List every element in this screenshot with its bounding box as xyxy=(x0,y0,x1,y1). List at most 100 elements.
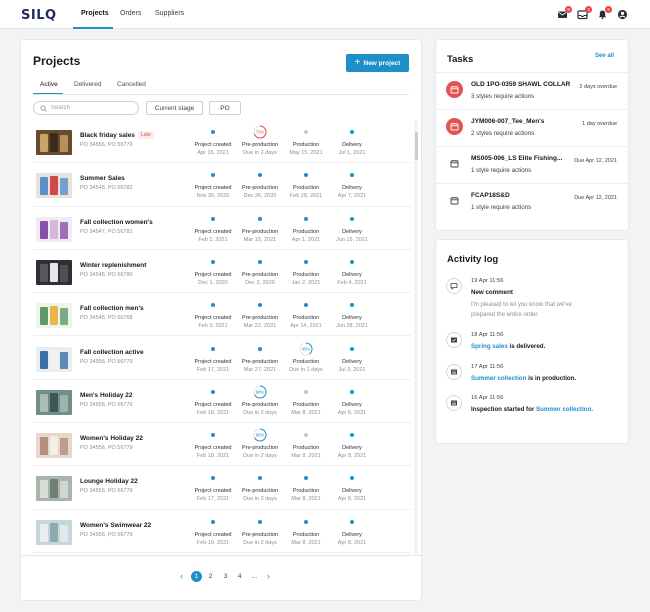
project-row[interactable]: Women's Swimwear 22 PO 34556, PO 56779 Pro… xyxy=(33,510,411,553)
page-2[interactable]: 2 xyxy=(205,571,216,582)
task-item[interactable]: MS005-006_LS Elite Fishing... 1 style req… xyxy=(436,146,628,181)
page-4[interactable]: 4 xyxy=(234,571,245,582)
page-3[interactable]: 3 xyxy=(220,571,231,582)
project-row[interactable]: Winter replenishment PO 34546, PO 56780 Pr… xyxy=(33,250,411,294)
new-project-button[interactable]: + New project xyxy=(346,54,409,72)
inbox-icon[interactable]: 3 xyxy=(577,6,592,20)
stage-project-created: Project created Feb 17, 2021 xyxy=(188,337,238,380)
project-name[interactable]: Women's Swimwear 22 xyxy=(80,522,151,529)
nav-suppliers[interactable]: Suppliers xyxy=(155,10,184,17)
stage-dot xyxy=(211,346,215,351)
stage-date: Mar 15, 2021 xyxy=(243,236,277,243)
project-row[interactable]: Fall collection men's PO 34545, PO 56768 P… xyxy=(33,293,411,337)
stage-date: Nov 30, 2020 xyxy=(196,193,230,200)
stage-label: Pre-production xyxy=(241,142,279,148)
stage-pre-production: Pre-production Due in 2 days xyxy=(235,466,285,509)
inbox-badge: 3 xyxy=(585,6,592,13)
search-input[interactable] xyxy=(51,105,131,111)
messages-badge: 9 xyxy=(565,6,572,13)
stage-label: Pre-production xyxy=(241,228,279,235)
stage-date: Jul 1, 2021 xyxy=(338,150,366,156)
project-row[interactable]: Women's Holiday 22 PO 34556, PO 56779 Proj… xyxy=(33,423,411,467)
project-name[interactable]: Fall collection active xyxy=(80,349,144,356)
project-row[interactable]: Summer Sales PO 34548, PO 56782 Project cr… xyxy=(33,163,411,207)
stage-delivery: Delivery Apr 8, 2021 xyxy=(327,466,377,509)
next-page-icon[interactable]: › xyxy=(263,571,274,582)
search-box[interactable] xyxy=(33,101,139,115)
task-name: JYM006-007_Tee_Men's xyxy=(471,118,545,125)
tab-delivered[interactable]: Delivered xyxy=(74,81,101,88)
project-name[interactable]: Winter replenishment xyxy=(80,262,146,269)
project-thumbnail xyxy=(36,346,72,372)
projects-panel: Projects + New project Active Delivered … xyxy=(21,40,421,600)
activity-text: Summer collection is in production. xyxy=(471,375,576,382)
stage-date: Jun 15, 2021 xyxy=(336,236,368,243)
messages-icon[interactable]: 9 xyxy=(557,6,572,20)
project-name[interactable]: Lounge Holiday 22 xyxy=(80,478,138,485)
page-1[interactable]: 1 xyxy=(191,571,202,582)
project-name[interactable]: Black friday sales xyxy=(80,132,135,139)
inspection-icon xyxy=(446,395,462,411)
project-row[interactable]: Lounge Holiday 22 PO 34556, PO 56779 Proje… xyxy=(33,466,411,510)
stage-pre-production: Pre-production Mar 27, 2021 xyxy=(235,337,285,380)
stage-production: Production May 15, 2021 xyxy=(281,120,331,163)
project-name[interactable]: Men's Holiday 22 xyxy=(80,392,132,399)
stage-dot xyxy=(304,519,308,524)
activity-link[interactable]: Summer collection. xyxy=(536,406,593,413)
see-all-link[interactable]: See all xyxy=(595,53,614,59)
tab-active[interactable]: Active xyxy=(40,81,58,88)
task-description: 1 style require actions xyxy=(471,204,532,211)
production-icon xyxy=(446,364,462,380)
stage-production: Production Feb 28, 2021 xyxy=(281,163,331,206)
stage-pre-production: Pre-production Due in 2 days xyxy=(235,510,285,553)
project-row[interactable]: Fall collection women's PO 34547, PO 5678… xyxy=(33,207,411,250)
activity-suffix: is in production. xyxy=(526,375,577,382)
nav-orders[interactable]: Orders xyxy=(120,10,141,17)
stage-pre-production: Pre-production Dec 3, 2020 xyxy=(235,250,285,293)
tab-cancelled[interactable]: Cancelled xyxy=(117,81,146,88)
task-due: 2 days overdue xyxy=(579,84,617,90)
stage-project-created: Project created Feb 18, 2021 xyxy=(188,423,238,466)
stage-label: Delivery xyxy=(342,488,362,495)
stage-dot xyxy=(304,216,308,221)
stage-label: Production xyxy=(292,488,320,495)
logo[interactable]: SILQ xyxy=(21,8,57,23)
scrollbar-thumb[interactable] xyxy=(415,132,418,160)
current-stage-filter[interactable]: Current stage xyxy=(146,101,203,115)
stage-project-created: Project created Feb 3, 2021 xyxy=(188,293,238,336)
new-project-label: New project xyxy=(363,59,401,67)
activity-link[interactable]: Summer collection xyxy=(471,375,526,382)
stage-dot xyxy=(211,259,215,264)
stage-dot xyxy=(304,130,308,134)
stage-dot xyxy=(258,476,262,481)
stage-date: Mar 8, 2021 xyxy=(291,453,321,460)
project-name[interactable]: Summer Sales xyxy=(80,175,125,182)
project-name[interactable]: Fall collection women's xyxy=(80,219,153,226)
task-item[interactable]: OLD 1PO-0359 SHAWL COLLAR 3 styles requir… xyxy=(436,72,628,107)
stage-label: Project created xyxy=(194,531,232,538)
project-name[interactable]: Women's Holiday 22 xyxy=(80,435,143,442)
po-filter[interactable]: PO xyxy=(209,101,241,115)
prev-page-icon[interactable]: ‹ xyxy=(176,571,187,582)
stage-date: Feb 3, 2021 xyxy=(198,323,228,330)
project-name[interactable]: Fall collection men's xyxy=(80,305,144,312)
account-icon[interactable] xyxy=(617,9,628,20)
stage-project-created: Project created Feb 18, 2021 xyxy=(188,380,238,423)
project-row[interactable]: Fall collection active PO 34556, PO 56779… xyxy=(33,337,411,380)
project-thumbnail xyxy=(36,433,72,459)
activity-link[interactable]: Spring sales xyxy=(471,343,508,350)
bell-icon[interactable]: 2 xyxy=(597,6,612,20)
project-row[interactable]: Men's Holiday 22 PO 34556, PO 56779 Projec… xyxy=(33,380,411,424)
nav-projects[interactable]: Projects xyxy=(81,10,109,17)
scrollbar-track[interactable] xyxy=(414,120,418,554)
stage-label: Project created xyxy=(194,228,232,235)
project-row[interactable]: Black friday sales PO 34556, PO 56779 Late… xyxy=(33,120,411,164)
stage-production: Production Mar 8, 2021 xyxy=(281,423,331,466)
task-item[interactable]: JYM006-007_Tee_Men's 2 styles require act… xyxy=(436,109,628,144)
task-item[interactable]: FCAP18S&D 1 style require actions Due Apr … xyxy=(436,183,628,218)
project-po: PO 34547, PO 56781 xyxy=(80,228,133,235)
stage-project-created: Project created Nov 30, 2020 xyxy=(188,163,238,206)
project-po: PO 34556, PO 56779 xyxy=(80,488,133,495)
stage-dot xyxy=(304,259,308,264)
project-po: PO 34556, PO 56779 xyxy=(80,531,133,538)
